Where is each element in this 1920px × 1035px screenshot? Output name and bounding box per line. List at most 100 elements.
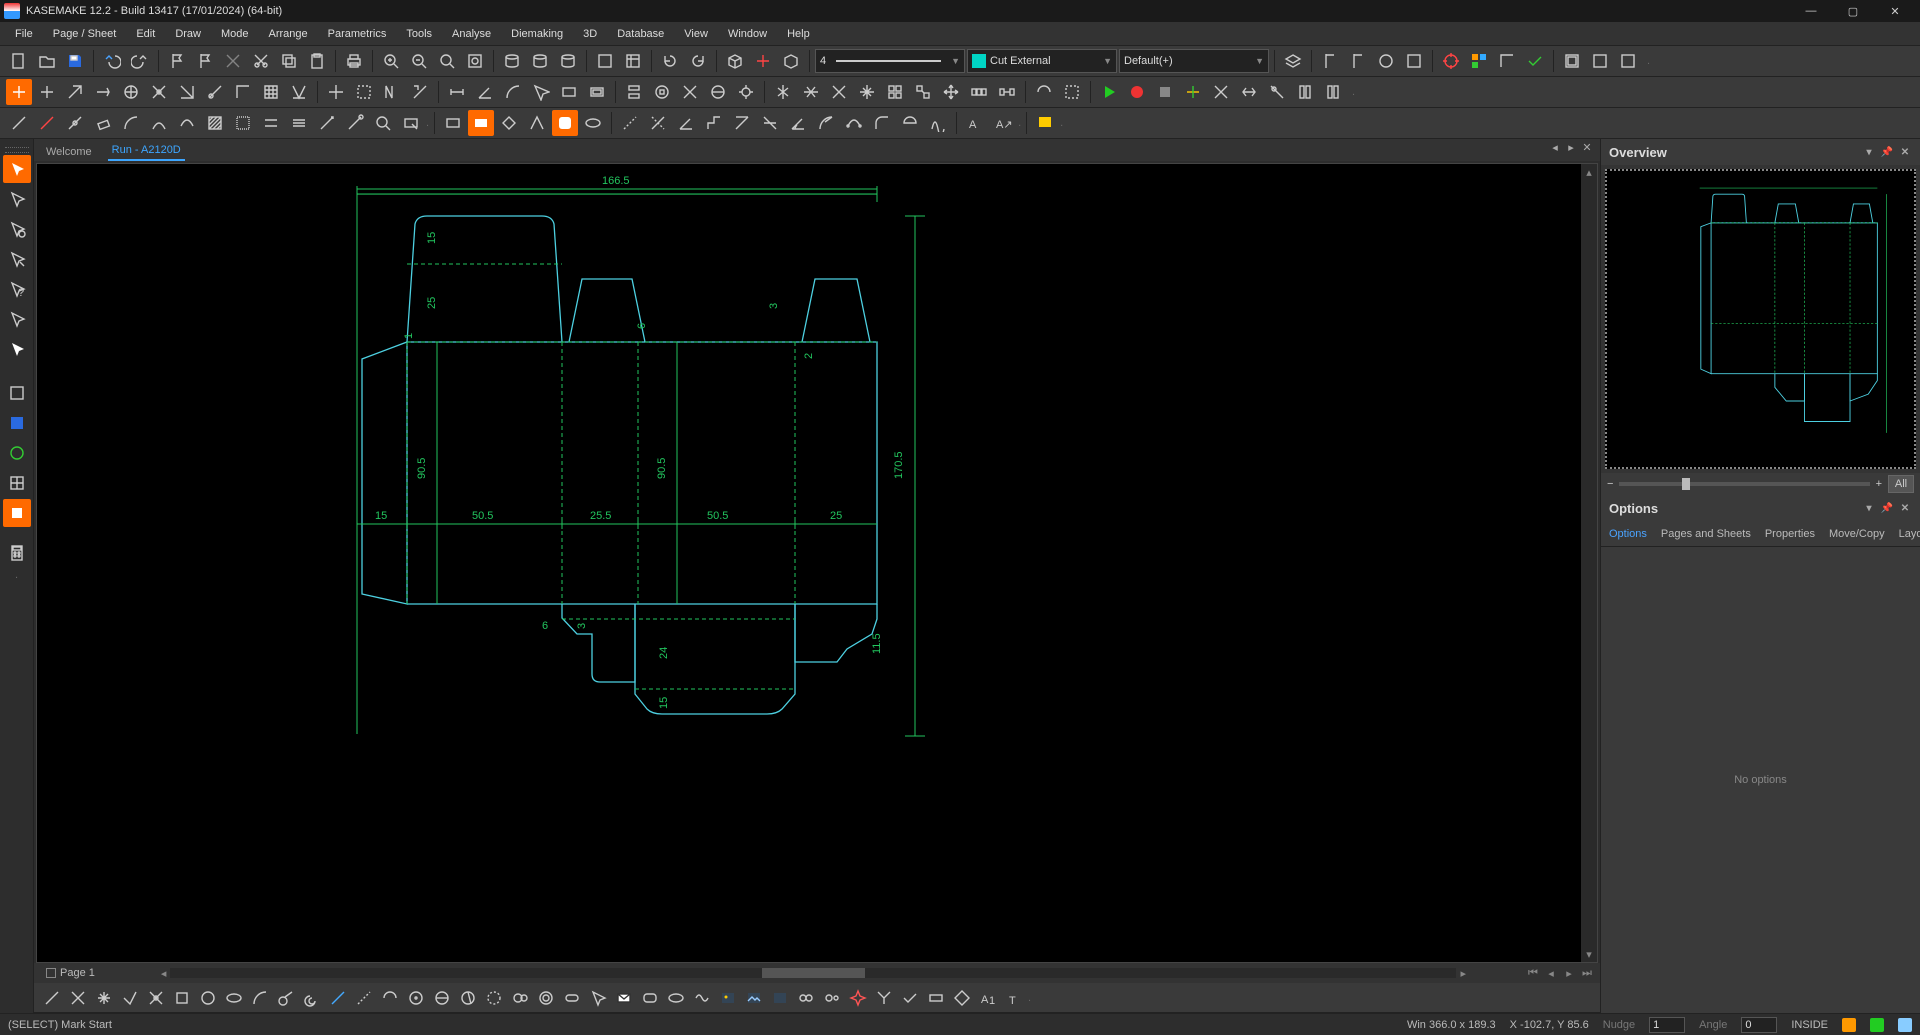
zoom-slider[interactable]	[1619, 482, 1869, 486]
fillet-icon[interactable]	[869, 110, 895, 136]
mirror3-icon[interactable]	[826, 79, 852, 105]
rotate2-icon[interactable]	[685, 48, 711, 74]
mirror1-icon[interactable]	[770, 79, 796, 105]
select2-tool-icon[interactable]	[3, 185, 31, 213]
snap-g-icon[interactable]	[230, 79, 256, 105]
selrect-icon[interactable]	[398, 110, 424, 136]
script1-icon[interactable]	[1180, 79, 1206, 105]
print-icon[interactable]	[341, 48, 367, 74]
textpath-icon[interactable]: A↗	[990, 110, 1016, 136]
undo-icon[interactable]	[99, 48, 125, 74]
flag1-icon[interactable]	[164, 48, 190, 74]
array1-icon[interactable]	[854, 79, 880, 105]
opt-tab-options[interactable]: Options	[1609, 528, 1647, 540]
sel-a-icon[interactable]	[323, 79, 349, 105]
snap-f-icon[interactable]	[202, 79, 228, 105]
opt-tab-layout[interactable]: Layout	[1899, 528, 1920, 540]
zoom-plus-icon[interactable]: +	[1876, 478, 1882, 490]
zoom-in-icon[interactable]	[378, 48, 404, 74]
hatch-icon[interactable]	[202, 110, 228, 136]
options-min-icon[interactable]: ▾	[1862, 503, 1876, 514]
overview-thumbnail[interactable]	[1605, 169, 1916, 469]
menu-edit[interactable]: Edit	[127, 25, 164, 43]
snap-c-icon[interactable]	[90, 79, 116, 105]
copy-icon[interactable]	[276, 48, 302, 74]
tan1-icon[interactable]	[729, 110, 755, 136]
poly2-icon[interactable]	[524, 110, 550, 136]
trim1-icon[interactable]	[1031, 79, 1057, 105]
scroll-up-icon[interactable]: ▴	[1581, 164, 1597, 180]
layers-icon[interactable]	[1280, 48, 1306, 74]
cube2-icon[interactable]	[778, 48, 804, 74]
chain-icon[interactable]	[701, 110, 727, 136]
b-c1-icon[interactable]	[404, 986, 428, 1010]
overview-min-icon[interactable]: ▾	[1862, 147, 1876, 158]
b-img2-icon[interactable]	[742, 986, 766, 1010]
dim-h-icon[interactable]	[444, 79, 470, 105]
b-circle-icon[interactable]	[196, 986, 220, 1010]
erase-icon[interactable]	[90, 110, 116, 136]
menu-view[interactable]: View	[675, 25, 717, 43]
ext1-icon[interactable]	[314, 110, 340, 136]
snap-grid-icon[interactable]	[258, 79, 284, 105]
line1-icon[interactable]	[6, 110, 32, 136]
snap-h-icon[interactable]	[286, 79, 312, 105]
b-oo1-icon[interactable]	[794, 986, 818, 1010]
snap-a-icon[interactable]	[34, 79, 60, 105]
page-next-icon[interactable]: ▸	[1562, 967, 1576, 980]
maximize-button[interactable]: ▢	[1832, 0, 1874, 22]
sel-d-icon[interactable]	[407, 79, 433, 105]
b-c6-icon[interactable]	[534, 986, 558, 1010]
page-tab-1[interactable]: Page 1	[40, 965, 101, 981]
calc-icon[interactable]	[3, 539, 31, 567]
save-icon[interactable]	[62, 48, 88, 74]
align1-icon[interactable]	[621, 79, 647, 105]
lineang2-icon[interactable]	[645, 110, 671, 136]
target-icon[interactable]	[1438, 48, 1464, 74]
b-c5-icon[interactable]	[508, 986, 532, 1010]
ellipse-icon[interactable]	[580, 110, 606, 136]
lib2-icon[interactable]	[3, 439, 31, 467]
b-check-icon[interactable]	[898, 986, 922, 1010]
status-inside[interactable]: INSIDE	[1791, 1019, 1828, 1031]
select4-tool-icon[interactable]	[3, 245, 31, 273]
tab-nav-left-icon[interactable]: ◂	[1548, 141, 1562, 154]
b-c4-icon[interactable]	[482, 986, 506, 1010]
snap-b-icon[interactable]	[62, 79, 88, 105]
b-sel-icon[interactable]	[586, 986, 610, 1010]
check-icon[interactable]	[1522, 48, 1548, 74]
snap1-icon[interactable]	[1317, 48, 1343, 74]
flag2-icon[interactable]	[192, 48, 218, 74]
page-last-icon[interactable]: ⏭	[1580, 967, 1594, 980]
b-cross-icon[interactable]	[66, 986, 90, 1010]
db1-icon[interactable]	[499, 48, 525, 74]
b-l1-icon[interactable]	[326, 986, 350, 1010]
offset-icon[interactable]	[258, 110, 284, 136]
status-angle-input[interactable]	[1741, 1017, 1777, 1033]
b-slot-icon[interactable]	[560, 986, 584, 1010]
status-led-warning-icon[interactable]	[1842, 1018, 1856, 1032]
align3-icon[interactable]	[677, 79, 703, 105]
axes-icon[interactable]	[750, 48, 776, 74]
note-icon[interactable]	[1032, 110, 1058, 136]
b-v-icon[interactable]	[118, 986, 142, 1010]
script3-icon[interactable]	[1236, 79, 1262, 105]
menu-mode[interactable]: Mode	[212, 25, 258, 43]
snap-d-icon[interactable]	[146, 79, 172, 105]
menu-window[interactable]: Window	[719, 25, 776, 43]
linetype-dropdown[interactable]: Cut External ▼	[967, 49, 1117, 73]
b-tan-icon[interactable]	[274, 986, 298, 1010]
snap2-icon[interactable]	[1345, 48, 1371, 74]
record-icon[interactable]	[1124, 79, 1150, 105]
zoom-window-icon[interactable]	[434, 48, 460, 74]
b-c3-icon[interactable]	[456, 986, 480, 1010]
arc1-icon[interactable]	[118, 110, 144, 136]
close-button[interactable]: ✕	[1874, 0, 1916, 22]
curve-icon[interactable]	[925, 110, 951, 136]
lib4-icon[interactable]	[3, 499, 31, 527]
zoom-out-icon[interactable]	[406, 48, 432, 74]
page-checkbox[interactable]	[46, 968, 56, 978]
tab-close-icon[interactable]: ✕	[1580, 141, 1594, 154]
b-wave-icon[interactable]	[690, 986, 714, 1010]
layout3-icon[interactable]	[1615, 48, 1641, 74]
